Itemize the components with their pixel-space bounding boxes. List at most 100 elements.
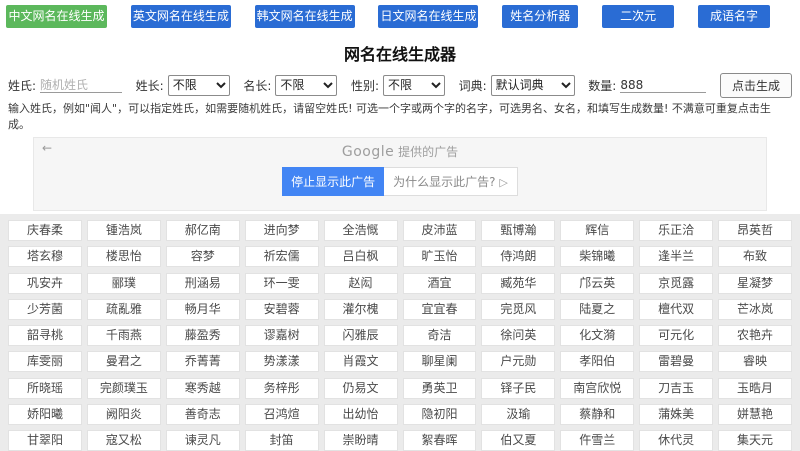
generated-name-cell: 臧苑华 bbox=[481, 273, 555, 294]
generated-name-cell: 户元勋 bbox=[481, 351, 555, 372]
given-length-group: 名长: 不限 bbox=[243, 75, 337, 96]
generated-name-cell: 肖霞文 bbox=[324, 351, 398, 372]
nav-english-generator[interactable]: 英文网名在线生成器 bbox=[131, 5, 231, 28]
adchoices-icon: ▷ bbox=[499, 176, 507, 189]
generated-name-cell: 京觅露 bbox=[639, 273, 713, 294]
generated-name-cell: 辉信 bbox=[560, 220, 634, 241]
generated-name-cell: 千雨燕 bbox=[87, 325, 161, 346]
generated-name-cell: 蔡静和 bbox=[560, 404, 634, 425]
generated-name-cell: 休代灵 bbox=[639, 430, 713, 451]
generated-name-cell: 赵闳 bbox=[324, 273, 398, 294]
surname-label: 姓氏: bbox=[8, 77, 36, 94]
dictionary-label: 词典: bbox=[459, 77, 487, 94]
generated-name-cell: 势漾漾 bbox=[245, 351, 319, 372]
generated-name-cell: 畅月华 bbox=[166, 299, 240, 320]
generated-name-cell: 徐问英 bbox=[481, 325, 555, 346]
top-nav: 中文网名在线生成器 英文网名在线生成器 韩文网名在线生成器 日文网名在线生成器 … bbox=[0, 0, 800, 28]
nav-name-analyzer[interactable]: 姓名分析器 bbox=[502, 5, 578, 28]
generated-name-cell: 昂英哲 bbox=[718, 220, 792, 241]
generated-name-cell: 乔菁菁 bbox=[166, 351, 240, 372]
generated-name-cell: 务梓彤 bbox=[245, 378, 319, 399]
name-grid: 庆春柔锺浩岚郝亿南进向梦全浩慨皮沛蓝甄博瀚辉信乐正洽昂英哲塔玄穆楼思怡容梦祈宏儒… bbox=[0, 214, 800, 451]
generated-name-cell: 南宫欣悦 bbox=[560, 378, 634, 399]
page: 中文网名在线生成器 英文网名在线生成器 韩文网名在线生成器 日文网名在线生成器 … bbox=[0, 0, 800, 451]
generated-name-cell: 乐正洽 bbox=[639, 220, 713, 241]
generated-name-cell: 柴锦曦 bbox=[560, 246, 634, 267]
generated-name-cell: 布致 bbox=[718, 246, 792, 267]
nav-anime[interactable]: 二次元 bbox=[602, 5, 674, 28]
generated-name-cell: 蒲姝美 bbox=[639, 404, 713, 425]
nav-idiom-names[interactable]: 成语名字 bbox=[698, 5, 770, 28]
generated-name-cell: 陆夏之 bbox=[560, 299, 634, 320]
generated-name-cell: 塔玄穆 bbox=[8, 246, 82, 267]
ad-stop-button[interactable]: 停止显示此广告 bbox=[282, 167, 384, 196]
generated-name-cell: 寒秀越 bbox=[166, 378, 240, 399]
generated-name-cell: 所晓瑶 bbox=[8, 378, 82, 399]
generated-name-cell: 奇洁 bbox=[403, 325, 477, 346]
surname-length-group: 姓长: 不限 bbox=[136, 75, 230, 96]
count-input[interactable] bbox=[620, 78, 706, 93]
generated-name-cell: 全浩慨 bbox=[324, 220, 398, 241]
generated-name-cell: 隐初阳 bbox=[403, 404, 477, 425]
gender-group: 性别: 不限 bbox=[351, 75, 445, 96]
google-logo-text: Google bbox=[342, 144, 394, 160]
generate-button[interactable]: 点击生成 bbox=[720, 73, 792, 98]
ad-why-button[interactable]: 为什么显示此广告? ▷ bbox=[384, 167, 518, 196]
generated-name-cell: 库雯丽 bbox=[8, 351, 82, 372]
ad-back-arrow-icon[interactable]: ← bbox=[42, 141, 52, 155]
generated-name-cell: 谏灵凡 bbox=[166, 430, 240, 451]
generated-name-cell: 锺浩岚 bbox=[87, 220, 161, 241]
generated-name-cell: 皮沛蓝 bbox=[403, 220, 477, 241]
generated-name-cell: 仵雪兰 bbox=[560, 430, 634, 451]
dictionary-select[interactable]: 默认词典 bbox=[491, 75, 575, 96]
generated-name-cell: 侍鸿朗 bbox=[481, 246, 555, 267]
generated-name-cell: 甄博瀚 bbox=[481, 220, 555, 241]
generated-name-cell: 出幼怡 bbox=[324, 404, 398, 425]
nav-korean-generator[interactable]: 韩文网名在线生成器 bbox=[255, 5, 355, 28]
generated-name-cell: 安碧蓉 bbox=[245, 299, 319, 320]
generated-name-cell: 疏亂雅 bbox=[87, 299, 161, 320]
generated-name-cell: 邝云英 bbox=[560, 273, 634, 294]
generated-name-cell: 勇英卫 bbox=[403, 378, 477, 399]
generated-name-cell: 姘慧艳 bbox=[718, 404, 792, 425]
gender-select[interactable]: 不限 bbox=[383, 75, 445, 96]
generated-name-cell: 仍易文 bbox=[324, 378, 398, 399]
nav-chinese-generator[interactable]: 中文网名在线生成器 bbox=[6, 5, 107, 28]
generated-name-cell: 完颜璞玉 bbox=[87, 378, 161, 399]
generated-name-cell: 集天元 bbox=[718, 430, 792, 451]
generated-name-cell: 郦璞 bbox=[87, 273, 161, 294]
generated-name-cell: 善奇志 bbox=[166, 404, 240, 425]
count-label: 数量: bbox=[588, 77, 616, 94]
generated-name-cell: 韶寻桃 bbox=[8, 325, 82, 346]
page-title: 网名在线生成器 bbox=[0, 41, 800, 65]
generated-name-cell: 藤盈秀 bbox=[166, 325, 240, 346]
generated-name-cell: 汲瑜 bbox=[481, 404, 555, 425]
generated-name-cell: 灌尔槐 bbox=[324, 299, 398, 320]
generated-name-cell: 容梦 bbox=[166, 246, 240, 267]
generated-name-cell: 寇又松 bbox=[87, 430, 161, 451]
generated-name-cell: 伯又夏 bbox=[481, 430, 555, 451]
generator-form: 姓氏: 姓长: 不限 名长: 不限 性别: 不限 词典: 默认词典 bbox=[0, 74, 800, 96]
generated-name-cell: 进向梦 bbox=[245, 220, 319, 241]
generated-name-cell: 铎子民 bbox=[481, 378, 555, 399]
generated-name-cell: 农艳卉 bbox=[718, 325, 792, 346]
surname-length-select[interactable]: 不限 bbox=[168, 75, 230, 96]
given-length-select[interactable]: 不限 bbox=[275, 75, 337, 96]
generated-name-cell: 逢半兰 bbox=[639, 246, 713, 267]
nav-japanese-generator[interactable]: 日文网名在线生成器 bbox=[378, 5, 478, 28]
ad-why-label: 为什么显示此广告? bbox=[393, 175, 495, 189]
generated-name-cell: 聊星阑 bbox=[403, 351, 477, 372]
count-group: 数量: bbox=[588, 77, 706, 94]
generated-name-cell: 吕白枫 bbox=[324, 246, 398, 267]
generated-name-cell: 宜宜春 bbox=[403, 299, 477, 320]
surname-input[interactable] bbox=[40, 78, 122, 93]
dictionary-group: 词典: 默认词典 bbox=[459, 75, 575, 96]
generated-name-cell: 封笛 bbox=[245, 430, 319, 451]
generated-name-cell: 娇阳曦 bbox=[8, 404, 82, 425]
given-length-label: 名长: bbox=[243, 77, 271, 94]
generated-name-cell: 刑涵易 bbox=[166, 273, 240, 294]
gender-label: 性别: bbox=[351, 77, 379, 94]
generated-name-cell: 旷玉怡 bbox=[403, 246, 477, 267]
generated-name-cell: 环一雯 bbox=[245, 273, 319, 294]
ad-actions: 停止显示此广告 为什么显示此广告? ▷ bbox=[34, 167, 766, 196]
